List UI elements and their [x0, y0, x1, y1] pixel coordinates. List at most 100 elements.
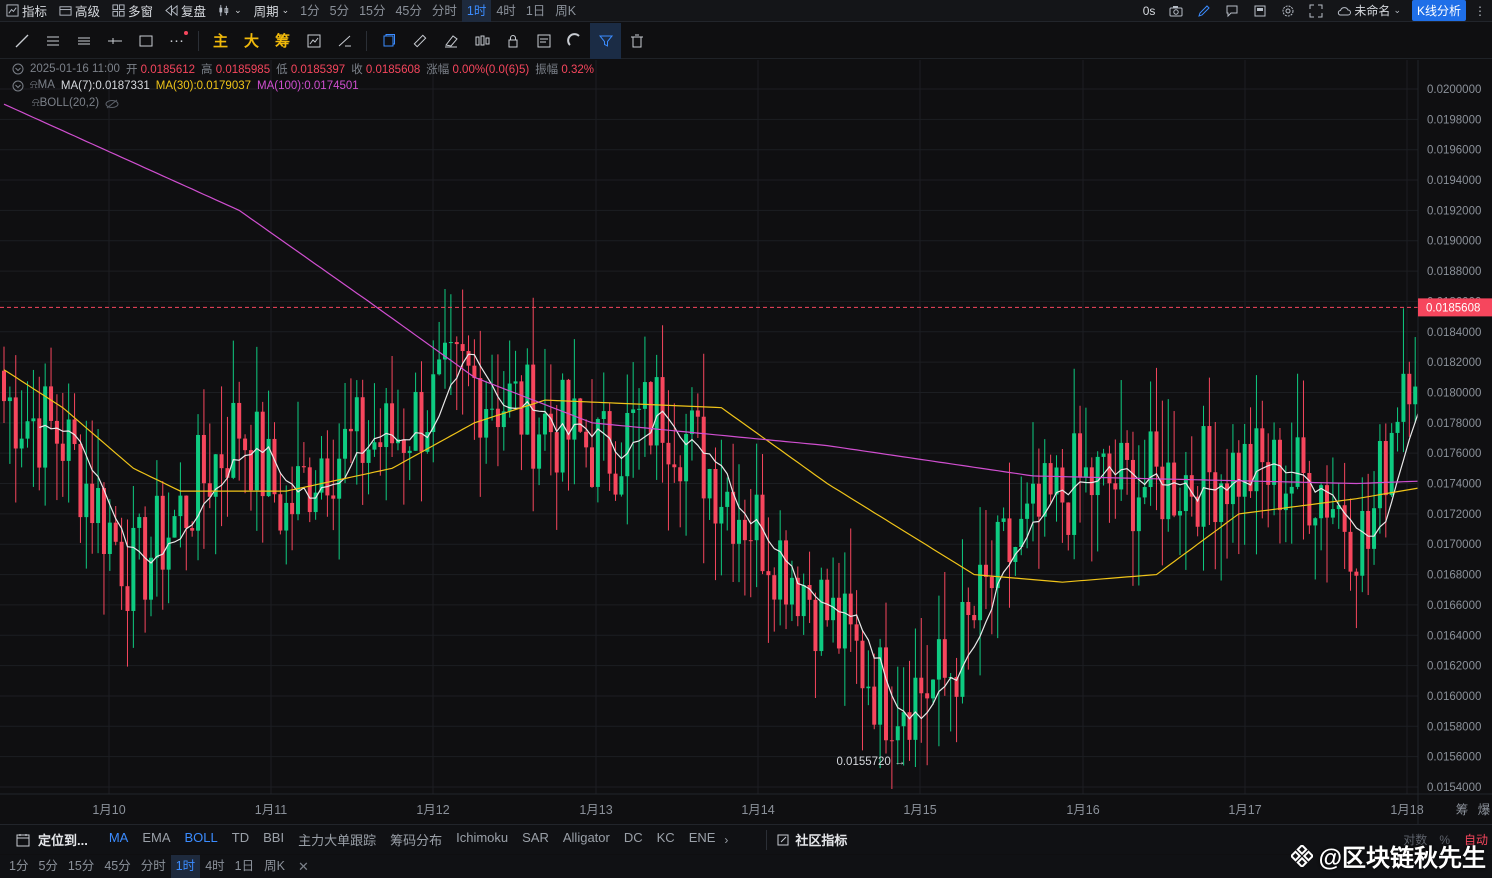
candle-body[interactable] [1301, 437, 1306, 474]
timeframe-tab-5[interactable]: 1时 [461, 0, 492, 22]
candle-body[interactable] [542, 413, 547, 435]
locate-to-button[interactable]: 定位到... [38, 830, 88, 849]
indicator-tab-10[interactable]: DC [617, 830, 650, 849]
candle-body[interactable] [525, 364, 530, 435]
candle-body[interactable] [348, 428, 353, 432]
candle-body[interactable] [278, 494, 283, 531]
candle-body[interactable] [684, 434, 689, 482]
candle-body[interactable] [337, 458, 342, 499]
candle-body[interactable] [60, 443, 65, 461]
candle-body[interactable] [1277, 439, 1282, 511]
eye-hidden-icon[interactable] [105, 99, 119, 109]
candle-body[interactable] [431, 374, 436, 433]
main-chart-tool[interactable]: 主 [205, 23, 236, 59]
candle-body[interactable] [689, 410, 694, 435]
candle-body[interactable] [1054, 467, 1059, 495]
candle-body[interactable] [37, 418, 42, 468]
candle-body[interactable] [637, 408, 642, 410]
candle-body[interactable] [1142, 487, 1147, 498]
timeframe-tab-3[interactable]: 45分 [390, 0, 426, 22]
candle-body[interactable] [331, 495, 336, 499]
candle-body[interactable] [178, 495, 183, 517]
candle-body[interactable] [137, 517, 142, 528]
candle-body[interactable] [889, 740, 894, 742]
candle-body[interactable] [1178, 511, 1182, 516]
timeframe-tab-2[interactable]: 15分 [354, 0, 390, 22]
candle-body[interactable] [748, 540, 753, 542]
measure-icon[interactable] [329, 23, 360, 59]
candle-body[interactable] [1072, 433, 1077, 535]
candle-body[interactable] [884, 647, 888, 741]
candle-body[interactable] [1401, 373, 1406, 422]
candle-body[interactable] [1101, 453, 1106, 457]
candle-body[interactable] [772, 575, 777, 600]
indicator-tab-0[interactable]: MA [102, 830, 136, 849]
candle-body[interactable] [131, 527, 136, 611]
bottom-timeframe-tab-2[interactable]: 15分 [63, 855, 99, 878]
candle-body[interactable] [801, 584, 806, 617]
candle-body[interactable] [149, 557, 153, 600]
candle-body[interactable] [1136, 497, 1141, 532]
candle-body[interactable] [237, 402, 242, 439]
indicator-tab-4[interactable]: BBI [256, 830, 291, 849]
candle-body[interactable] [872, 686, 877, 725]
candle-body[interactable] [854, 624, 859, 641]
candle-body[interactable] [7, 397, 12, 402]
candle-body[interactable] [243, 438, 248, 451]
candle-body[interactable] [113, 522, 118, 542]
candle-body[interactable] [701, 416, 706, 499]
candle-body[interactable] [1048, 463, 1053, 495]
candle-body[interactable] [437, 359, 442, 375]
candle-body[interactable] [1060, 467, 1065, 503]
candle-body[interactable] [713, 468, 718, 524]
candle-body[interactable] [578, 398, 583, 432]
candle-body[interactable] [1413, 386, 1418, 405]
candle-body[interactable] [207, 483, 212, 497]
candle-body[interactable] [1377, 441, 1382, 509]
candle-body[interactable] [613, 473, 618, 495]
candle-body[interactable] [231, 402, 236, 478]
candle-body[interactable] [1036, 483, 1041, 517]
candle-body[interactable] [966, 601, 971, 616]
indicator-tab-5[interactable]: 主力大单跟踪 [291, 830, 383, 849]
candle-body[interactable] [572, 398, 577, 440]
candle-body[interactable] [2, 370, 6, 402]
candle-body[interactable] [1066, 502, 1071, 535]
indicator-tab-1[interactable]: EMA [135, 830, 177, 849]
candle-body[interactable] [831, 597, 836, 621]
candle-body[interactable] [1372, 508, 1377, 549]
bottom-timeframe-tab-3[interactable]: 45分 [99, 855, 135, 878]
candle-body[interactable] [1183, 475, 1188, 512]
candle-body[interactable] [1113, 483, 1118, 490]
candle-body[interactable] [90, 483, 95, 524]
candle-body[interactable] [678, 467, 683, 482]
pen-icon[interactable] [1190, 0, 1218, 22]
timeframe-tab-6[interactable]: 4时 [491, 0, 520, 22]
candle-body[interactable] [1389, 432, 1394, 496]
candle-body[interactable] [766, 571, 771, 576]
candle-body[interactable] [819, 579, 824, 652]
community-indicators-button[interactable]: 社区指标 [795, 830, 847, 849]
trash-icon[interactable] [621, 23, 652, 59]
candle-body[interactable] [248, 450, 253, 491]
candle-body[interactable] [366, 449, 371, 463]
compare-icon[interactable] [298, 23, 329, 59]
candle-body[interactable] [460, 344, 465, 352]
candle-body[interactable] [707, 468, 712, 499]
indicator-tab-8[interactable]: SAR [515, 830, 556, 849]
candle-body[interactable] [936, 639, 941, 680]
collapse-icon[interactable] [12, 63, 24, 75]
candle-body[interactable] [1130, 459, 1135, 532]
candle-body[interactable] [495, 408, 500, 428]
candle-body[interactable] [695, 410, 700, 417]
candle-body[interactable] [825, 579, 830, 621]
candle-body[interactable] [1154, 431, 1159, 467]
eraser-icon[interactable] [435, 23, 466, 59]
candle-body[interactable] [290, 502, 295, 515]
candle-body[interactable] [625, 412, 630, 477]
candle-body[interactable] [184, 495, 189, 529]
candle-body[interactable] [789, 577, 794, 605]
layout-selector[interactable]: 未命名 ⌄ [1330, 0, 1408, 22]
candle-body[interactable] [125, 586, 130, 611]
candle-body[interactable] [619, 476, 624, 495]
